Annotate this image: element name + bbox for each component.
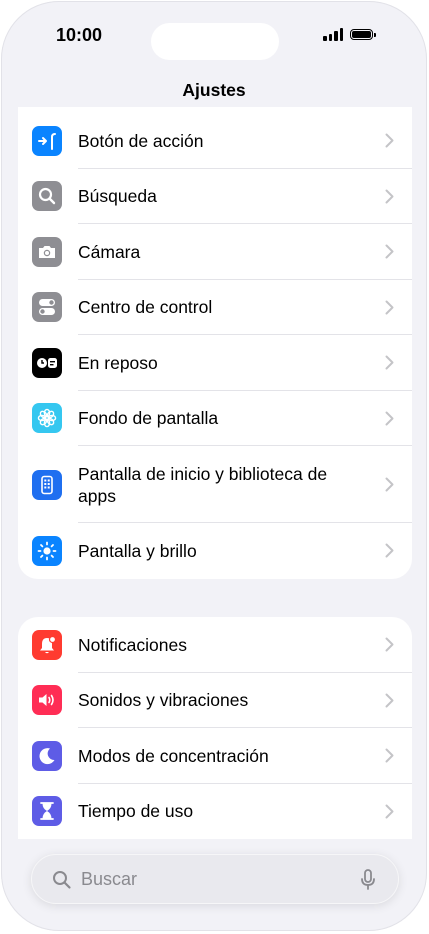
chevron-right-icon xyxy=(385,355,394,370)
settings-row-action-button[interactable]: Botón de acción xyxy=(18,113,412,169)
page-title: Ajustes xyxy=(182,80,246,100)
settings-group-general: Botón de acción Búsqueda Cámara Centro d… xyxy=(18,107,412,579)
sun-icon xyxy=(32,535,62,566)
action-button-icon xyxy=(32,125,62,156)
settings-row-control-center[interactable]: Centro de control xyxy=(18,280,412,335)
search-placeholder[interactable]: Buscar xyxy=(81,869,137,890)
flower-icon xyxy=(32,403,62,434)
settings-row-label: Búsqueda xyxy=(78,186,157,207)
settings-row-search[interactable]: Búsqueda xyxy=(18,169,412,224)
settings-row-standby[interactable]: En reposo xyxy=(18,335,412,391)
settings-row-home-screen[interactable]: Pantalla de inicio y biblioteca de apps xyxy=(18,446,412,523)
dynamic-island xyxy=(151,23,279,60)
microphone-icon[interactable] xyxy=(360,868,376,892)
speaker-icon xyxy=(32,685,62,716)
settings-row-label: Centro de control xyxy=(78,297,213,318)
settings-row-focus[interactable]: Modos de concentración xyxy=(18,728,412,784)
settings-row-camera[interactable]: Cámara xyxy=(18,224,412,280)
battery-full-icon xyxy=(350,29,376,40)
settings-row-label: Tiempo de uso xyxy=(78,801,194,822)
status-time: 10:00 xyxy=(56,25,103,45)
settings-row-wallpaper[interactable]: Fondo de pantalla xyxy=(18,391,412,446)
chevron-right-icon xyxy=(385,300,394,315)
settings-row-label: Cámara xyxy=(78,241,141,262)
magnifier-icon xyxy=(32,181,62,212)
chevron-right-icon xyxy=(385,411,394,426)
settings-row-label: Pantalla y brillo xyxy=(78,540,197,561)
settings-row-display-brightness[interactable]: Pantalla y brillo xyxy=(18,523,412,579)
standby-icon xyxy=(32,347,62,378)
settings-row-label: Modos de concentración xyxy=(78,745,269,766)
settings-group-notifications: Notificaciones Sonidos y vibraciones Mod… xyxy=(18,617,412,839)
moon-icon xyxy=(32,740,62,771)
settings-row-sounds[interactable]: Sonidos y vibraciones xyxy=(18,673,412,728)
home-screen-icon xyxy=(32,469,62,500)
settings-row-label: Pantalla de inicio y biblioteca de apps xyxy=(78,463,328,506)
settings-row-label: Botón de acción xyxy=(78,130,204,151)
settings-row-label: Fondo de pantalla xyxy=(78,408,219,429)
chevron-right-icon xyxy=(385,244,394,259)
settings-row-label: En reposo xyxy=(78,352,158,373)
chevron-right-icon xyxy=(385,189,394,204)
chevron-right-icon xyxy=(385,693,394,708)
settings-row-notifications[interactable]: Notificaciones xyxy=(18,617,412,673)
chevron-right-icon xyxy=(385,804,394,819)
chevron-right-icon xyxy=(385,637,394,652)
cellular-signal-icon xyxy=(323,28,343,41)
chevron-right-icon xyxy=(385,477,394,492)
bell-icon xyxy=(32,629,62,660)
hourglass-icon xyxy=(32,796,62,827)
toggles-icon xyxy=(32,292,62,323)
status-indicators xyxy=(323,28,376,41)
settings-row-label: Sonidos y vibraciones xyxy=(78,690,249,711)
search-bar[interactable]: Buscar xyxy=(31,854,399,904)
chevron-right-icon xyxy=(385,133,394,148)
settings-row-label: Notificaciones xyxy=(78,634,187,655)
phone-screen: 10:00 Ajustes Botón de acción Búsqueda C… xyxy=(1,1,427,931)
chevron-right-icon xyxy=(385,748,394,763)
chevron-right-icon xyxy=(385,543,394,558)
search-icon xyxy=(53,871,71,889)
camera-icon xyxy=(32,236,62,267)
settings-row-screen-time[interactable]: Tiempo de uso xyxy=(18,784,412,840)
